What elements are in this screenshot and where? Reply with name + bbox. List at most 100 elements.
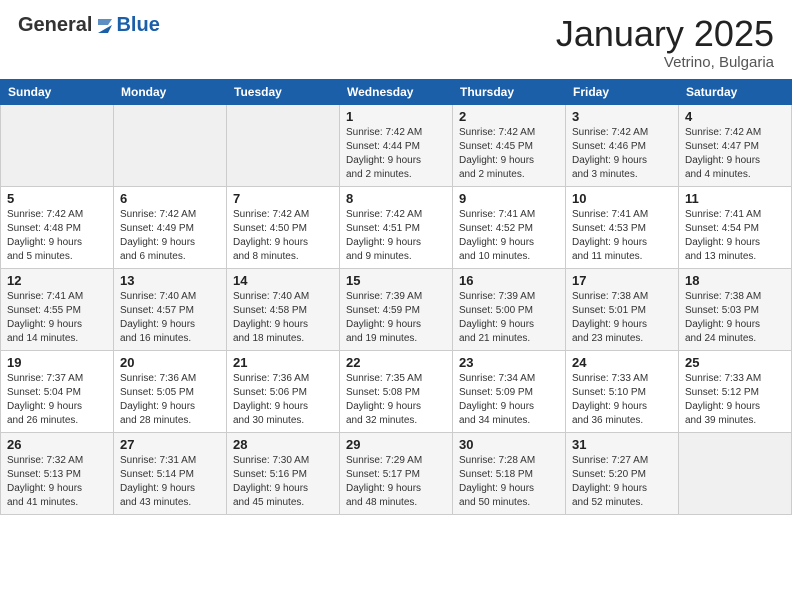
day-info: Sunrise: 7:37 AM Sunset: 5:04 PM Dayligh…: [7, 372, 107, 428]
day-cell: 26 Sunrise: 7:32 AM Sunset: 5:13 PM Dayli…: [1, 432, 114, 514]
page: General Blue January 2025 Vetrino, Bulga…: [0, 0, 792, 612]
day-info: Sunrise: 7:41 AM Sunset: 4:52 PM Dayligh…: [459, 208, 559, 264]
day-number: 2: [459, 109, 559, 124]
weekday-header-tuesday: Tuesday: [227, 79, 340, 104]
day-number: 14: [233, 273, 333, 288]
day-cell: 9 Sunrise: 7:41 AM Sunset: 4:52 PM Daylig…: [453, 186, 566, 268]
logo-icon: [94, 15, 116, 37]
day-cell: 24 Sunrise: 7:33 AM Sunset: 5:10 PM Dayli…: [566, 350, 679, 432]
day-info: Sunrise: 7:33 AM Sunset: 5:10 PM Dayligh…: [572, 372, 672, 428]
day-info: Sunrise: 7:41 AM Sunset: 4:53 PM Dayligh…: [572, 208, 672, 264]
logo-blue-text: Blue: [116, 14, 159, 37]
day-cell: 21 Sunrise: 7:36 AM Sunset: 5:06 PM Dayli…: [227, 350, 340, 432]
day-cell: 15 Sunrise: 7:39 AM Sunset: 4:59 PM Dayli…: [340, 268, 453, 350]
week-row-5: 26 Sunrise: 7:32 AM Sunset: 5:13 PM Dayli…: [1, 432, 792, 514]
day-cell: [114, 104, 227, 186]
location: Vetrino, Bulgaria: [556, 54, 774, 71]
day-info: Sunrise: 7:42 AM Sunset: 4:50 PM Dayligh…: [233, 208, 333, 264]
calendar: SundayMondayTuesdayWednesdayThursdayFrid…: [0, 79, 792, 515]
day-cell: [1, 104, 114, 186]
day-number: 21: [233, 355, 333, 370]
day-cell: 13Sunrise: 7:40 AM Sunset: 4:57 PM Dayli…: [114, 268, 227, 350]
day-info: Sunrise: 7:30 AM Sunset: 5:16 PM Dayligh…: [233, 454, 333, 510]
day-info: Sunrise: 7:42 AM Sunset: 4:44 PM Dayligh…: [346, 126, 446, 182]
day-number: 7: [233, 191, 333, 206]
day-info: Sunrise: 7:34 AM Sunset: 5:09 PM Dayligh…: [459, 372, 559, 428]
day-info: Sunrise: 7:42 AM Sunset: 4:46 PM Dayligh…: [572, 126, 672, 182]
day-number: 26: [7, 437, 107, 452]
day-info: Sunrise: 7:27 AM Sunset: 5:20 PM Dayligh…: [572, 454, 672, 510]
day-cell: 4 Sunrise: 7:42 AM Sunset: 4:47 PM Daylig…: [679, 104, 792, 186]
week-row-3: 12 Sunrise: 7:41 AM Sunset: 4:55 PM Dayli…: [1, 268, 792, 350]
day-cell: 19Sunrise: 7:37 AM Sunset: 5:04 PM Dayli…: [1, 350, 114, 432]
day-cell: 20 Sunrise: 7:36 AM Sunset: 5:05 PM Dayli…: [114, 350, 227, 432]
day-number: 24: [572, 355, 672, 370]
day-number: 11: [685, 191, 785, 206]
day-cell: 7 Sunrise: 7:42 AM Sunset: 4:50 PM Daylig…: [227, 186, 340, 268]
day-info: Sunrise: 7:42 AM Sunset: 4:48 PM Dayligh…: [7, 208, 107, 264]
day-info: Sunrise: 7:42 AM Sunset: 4:49 PM Dayligh…: [120, 208, 220, 264]
day-number: 16: [459, 273, 559, 288]
day-number: 9: [459, 191, 559, 206]
logo-general-text: General: [18, 14, 92, 37]
day-info: Sunrise: 7:41 AM Sunset: 4:55 PM Dayligh…: [7, 290, 107, 346]
day-cell: 30Sunrise: 7:28 AM Sunset: 5:18 PM Dayli…: [453, 432, 566, 514]
day-number: 3: [572, 109, 672, 124]
day-info: Sunrise: 7:29 AM Sunset: 5:17 PM Dayligh…: [346, 454, 446, 510]
day-cell: 29 Sunrise: 7:29 AM Sunset: 5:17 PM Dayli…: [340, 432, 453, 514]
day-cell: 12 Sunrise: 7:41 AM Sunset: 4:55 PM Dayli…: [1, 268, 114, 350]
day-number: 10: [572, 191, 672, 206]
day-number: 8: [346, 191, 446, 206]
day-cell: 17Sunrise: 7:38 AM Sunset: 5:01 PM Dayli…: [566, 268, 679, 350]
header: General Blue January 2025 Vetrino, Bulga…: [0, 0, 792, 79]
day-info: Sunrise: 7:38 AM Sunset: 5:03 PM Dayligh…: [685, 290, 785, 346]
day-number: 20: [120, 355, 220, 370]
weekday-header-monday: Monday: [114, 79, 227, 104]
day-number: 4: [685, 109, 785, 124]
day-number: 15: [346, 273, 446, 288]
week-row-2: 5 Sunrise: 7:42 AM Sunset: 4:48 PM Daylig…: [1, 186, 792, 268]
day-cell: 8 Sunrise: 7:42 AM Sunset: 4:51 PM Daylig…: [340, 186, 453, 268]
weekday-header-thursday: Thursday: [453, 79, 566, 104]
logo: General Blue: [18, 14, 160, 37]
day-info: Sunrise: 7:31 AM Sunset: 5:14 PM Dayligh…: [120, 454, 220, 510]
day-number: 29: [346, 437, 446, 452]
day-cell: 14Sunrise: 7:40 AM Sunset: 4:58 PM Dayli…: [227, 268, 340, 350]
day-info: Sunrise: 7:41 AM Sunset: 4:54 PM Dayligh…: [685, 208, 785, 264]
week-row-4: 19Sunrise: 7:37 AM Sunset: 5:04 PM Dayli…: [1, 350, 792, 432]
day-number: 25: [685, 355, 785, 370]
title-area: January 2025 Vetrino, Bulgaria: [556, 14, 774, 71]
day-info: Sunrise: 7:36 AM Sunset: 5:05 PM Dayligh…: [120, 372, 220, 428]
day-number: 30: [459, 437, 559, 452]
day-number: 18: [685, 273, 785, 288]
day-info: Sunrise: 7:42 AM Sunset: 4:51 PM Dayligh…: [346, 208, 446, 264]
weekday-header-wednesday: Wednesday: [340, 79, 453, 104]
day-number: 1: [346, 109, 446, 124]
month-title: January 2025: [556, 14, 774, 54]
day-number: 31: [572, 437, 672, 452]
day-number: 17: [572, 273, 672, 288]
day-info: Sunrise: 7:32 AM Sunset: 5:13 PM Dayligh…: [7, 454, 107, 510]
day-cell: 6 Sunrise: 7:42 AM Sunset: 4:49 PM Daylig…: [114, 186, 227, 268]
day-number: 23: [459, 355, 559, 370]
day-info: Sunrise: 7:42 AM Sunset: 4:47 PM Dayligh…: [685, 126, 785, 182]
day-cell: 31 Sunrise: 7:27 AM Sunset: 5:20 PM Dayli…: [566, 432, 679, 514]
day-info: Sunrise: 7:39 AM Sunset: 4:59 PM Dayligh…: [346, 290, 446, 346]
day-cell: 5 Sunrise: 7:42 AM Sunset: 4:48 PM Daylig…: [1, 186, 114, 268]
day-number: 22: [346, 355, 446, 370]
day-number: 5: [7, 191, 107, 206]
day-cell: 10 Sunrise: 7:41 AM Sunset: 4:53 PM Dayli…: [566, 186, 679, 268]
day-info: Sunrise: 7:39 AM Sunset: 5:00 PM Dayligh…: [459, 290, 559, 346]
weekday-header-friday: Friday: [566, 79, 679, 104]
day-number: 6: [120, 191, 220, 206]
day-number: 12: [7, 273, 107, 288]
day-cell: 25 Sunrise: 7:33 AM Sunset: 5:12 PM Dayli…: [679, 350, 792, 432]
day-cell: 18 Sunrise: 7:38 AM Sunset: 5:03 PM Dayli…: [679, 268, 792, 350]
day-cell: 1 Sunrise: 7:42 AM Sunset: 4:44 PM Daylig…: [340, 104, 453, 186]
day-cell: 11 Sunrise: 7:41 AM Sunset: 4:54 PM Dayli…: [679, 186, 792, 268]
day-info: Sunrise: 7:33 AM Sunset: 5:12 PM Dayligh…: [685, 372, 785, 428]
weekday-header-sunday: Sunday: [1, 79, 114, 104]
day-info: Sunrise: 7:42 AM Sunset: 4:45 PM Dayligh…: [459, 126, 559, 182]
day-info: Sunrise: 7:36 AM Sunset: 5:06 PM Dayligh…: [233, 372, 333, 428]
day-number: 13: [120, 273, 220, 288]
